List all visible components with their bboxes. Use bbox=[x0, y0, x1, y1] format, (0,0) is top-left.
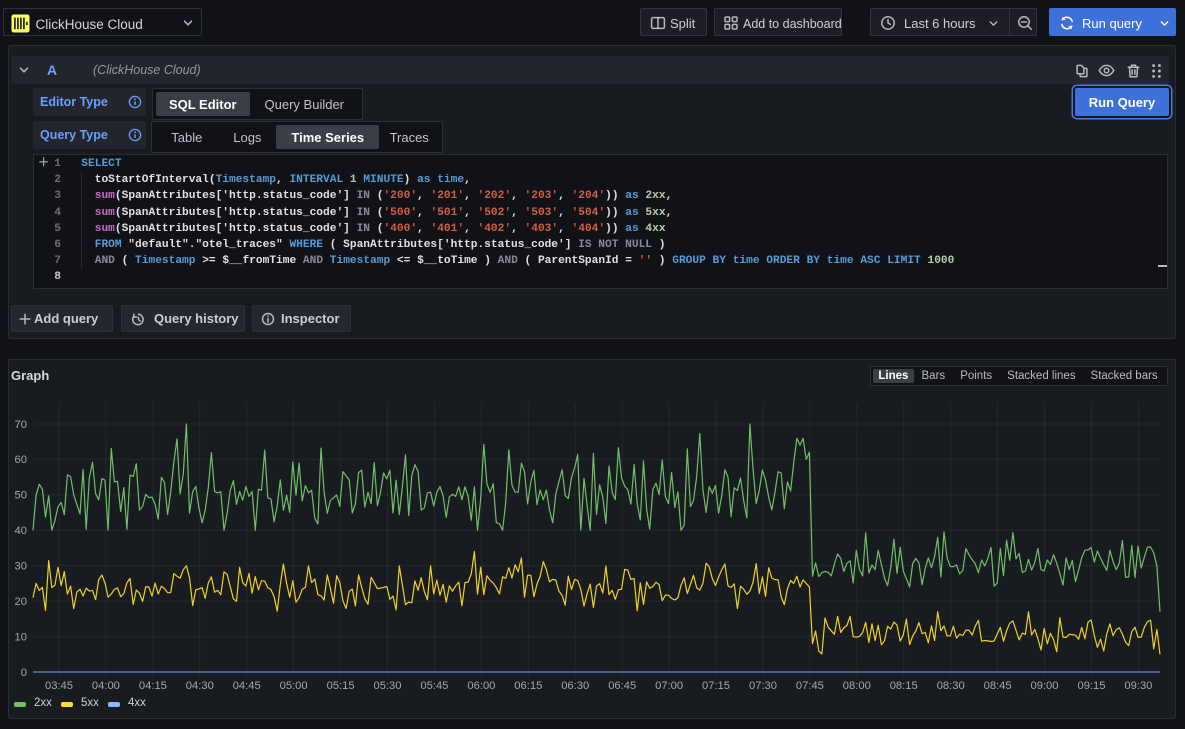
svg-text:09:15: 09:15 bbox=[1078, 680, 1106, 692]
svg-text:04:45: 04:45 bbox=[233, 680, 261, 692]
svg-text:20: 20 bbox=[15, 596, 27, 608]
svg-text:0: 0 bbox=[21, 667, 27, 679]
svg-text:05:00: 05:00 bbox=[280, 680, 308, 692]
svg-text:50: 50 bbox=[15, 490, 27, 502]
svg-text:30: 30 bbox=[15, 561, 27, 573]
svg-text:07:45: 07:45 bbox=[796, 680, 824, 692]
svg-text:40: 40 bbox=[15, 525, 27, 537]
svg-text:06:30: 06:30 bbox=[561, 680, 589, 692]
svg-text:08:45: 08:45 bbox=[984, 680, 1012, 692]
svg-text:10: 10 bbox=[15, 631, 27, 643]
svg-text:08:30: 08:30 bbox=[937, 680, 965, 692]
svg-text:04:00: 04:00 bbox=[92, 680, 120, 692]
svg-text:05:15: 05:15 bbox=[327, 680, 355, 692]
svg-text:05:45: 05:45 bbox=[420, 680, 448, 692]
svg-text:08:15: 08:15 bbox=[890, 680, 918, 692]
svg-text:06:00: 06:00 bbox=[467, 680, 495, 692]
svg-text:04:30: 04:30 bbox=[186, 680, 214, 692]
svg-text:06:15: 06:15 bbox=[514, 680, 542, 692]
svg-text:07:00: 07:00 bbox=[655, 680, 683, 692]
svg-text:07:30: 07:30 bbox=[749, 680, 777, 692]
svg-text:03:45: 03:45 bbox=[45, 680, 73, 692]
svg-text:08:00: 08:00 bbox=[843, 680, 871, 692]
svg-text:09:30: 09:30 bbox=[1124, 680, 1152, 692]
svg-text:09:00: 09:00 bbox=[1031, 680, 1059, 692]
svg-text:06:45: 06:45 bbox=[608, 680, 636, 692]
svg-text:70: 70 bbox=[15, 419, 27, 431]
svg-text:04:15: 04:15 bbox=[139, 680, 167, 692]
svg-text:05:30: 05:30 bbox=[374, 680, 402, 692]
svg-text:60: 60 bbox=[15, 454, 27, 466]
svg-text:07:15: 07:15 bbox=[702, 680, 730, 692]
